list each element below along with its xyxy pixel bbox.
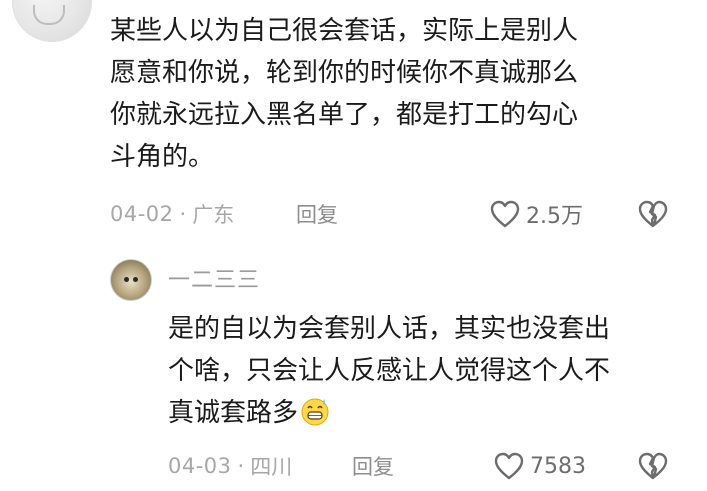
reply-text-body: 是的自以为会套别人话，其实也没套出 个啥，只会让人反感让人觉得这个人不 真诚套路… bbox=[168, 314, 611, 428]
like-count: 2.5万 bbox=[526, 204, 583, 229]
avatar-decoration bbox=[33, 5, 65, 25]
reply-meta: 04-03 · 四川 回复 7583 bbox=[168, 450, 690, 482]
reply-button[interactable]: 回复 bbox=[352, 451, 394, 481]
dislike-button[interactable] bbox=[638, 450, 668, 482]
reply-date: 04-03 bbox=[168, 454, 232, 478]
reply-button[interactable]: 回复 bbox=[296, 199, 338, 229]
comment-meta: 04-02 · 广东 回复 2.5万 bbox=[110, 198, 690, 230]
reply-username[interactable]: 一二三三 bbox=[168, 262, 260, 294]
heart-icon bbox=[494, 452, 524, 480]
comment-location: 广东 bbox=[192, 203, 235, 227]
reply-avatar[interactable] bbox=[110, 259, 152, 301]
comment-text: 某些人以为自己很会套话，实际上是别人 愿意和你说，轮到你的时候你不真诚那么 你就… bbox=[110, 16, 579, 172]
like-count: 7583 bbox=[530, 453, 586, 479]
reply-text: 是的自以为会套别人话，其实也没套出 个啥，只会让人反感让人觉得这个人不 真诚套路… bbox=[168, 308, 688, 434]
avatar-eye bbox=[133, 277, 138, 282]
comment-avatar[interactable] bbox=[12, 0, 92, 42]
comment-date: 04-02 bbox=[110, 202, 174, 226]
grinning-sweat-emoji-icon bbox=[301, 398, 329, 426]
meta-separator: · bbox=[179, 202, 187, 226]
like-button[interactable]: 7583 bbox=[494, 450, 586, 482]
broken-heart-icon bbox=[638, 200, 668, 228]
meta-separator: · bbox=[237, 454, 245, 478]
avatar-eye bbox=[124, 277, 129, 282]
broken-heart-icon bbox=[638, 452, 668, 480]
like-button[interactable]: 2.5万 bbox=[490, 198, 583, 230]
dislike-button[interactable] bbox=[638, 198, 668, 230]
heart-icon bbox=[490, 200, 520, 228]
reply-location: 四川 bbox=[250, 455, 293, 479]
